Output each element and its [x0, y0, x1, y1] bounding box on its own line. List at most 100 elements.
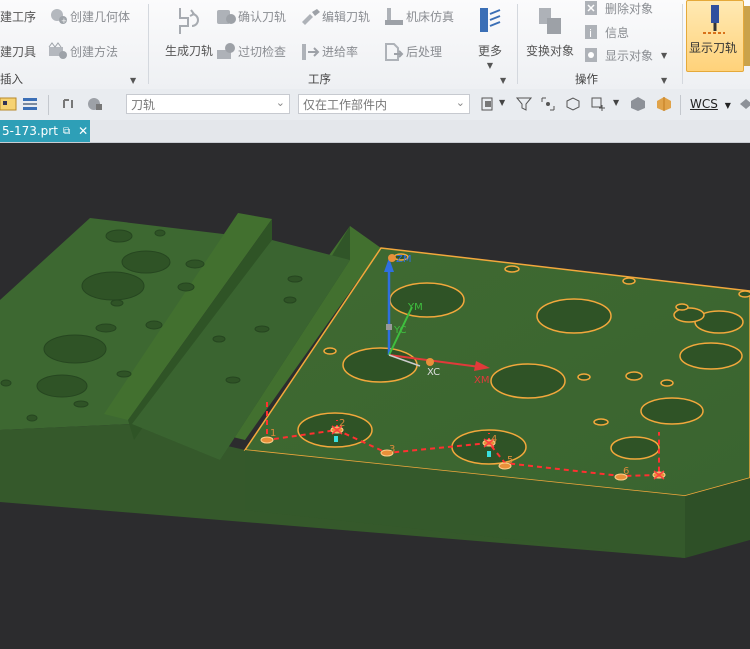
create-operation-button[interactable]: 建工序 — [0, 6, 36, 26]
actions-group: 变换对象 删除对象 i 信息 显示对象 ▼ 操作 ▼ — [519, 0, 681, 89]
chevron-down-icon: ⌄ — [275, 96, 285, 109]
display-object-button[interactable]: 显示对象 ▼ — [583, 45, 667, 65]
group-divider — [682, 4, 683, 84]
selection-mode-icon[interactable] — [0, 96, 17, 112]
transform-object-icon — [533, 4, 567, 38]
gouge-check-button[interactable]: 过切检查 — [216, 41, 286, 61]
info-button[interactable]: i 信息 — [583, 22, 629, 42]
feed-rate-button[interactable]: 进给率 — [300, 41, 358, 61]
transform-object-label: 变换对象 — [525, 44, 574, 58]
postprocess-label: 后处理 — [406, 44, 443, 59]
snap-box-icon[interactable] — [540, 96, 556, 112]
toolbar-divider — [48, 95, 49, 115]
type-filter-combo[interactable]: 刀轨 ⌄ — [126, 94, 290, 114]
select-faces-icon[interactable] — [565, 96, 581, 112]
display-object-icon — [583, 46, 601, 64]
insert-group-dropdown-icon[interactable]: ▼ — [130, 76, 136, 85]
machine-simulation-label: 机床仿真 — [406, 9, 455, 24]
postprocess-button[interactable]: 后处理 — [384, 41, 442, 61]
show-toolpath-button[interactable]: 显示刀轨 — [686, 0, 744, 72]
filter-funnel-icon[interactable] — [515, 96, 533, 112]
edit-toolpath-icon — [300, 7, 320, 25]
dropdown-arrow-icon: ▼ — [724, 101, 731, 110]
orient-view-icon[interactable] — [738, 96, 750, 112]
postprocess-icon — [384, 42, 404, 61]
close-tab-icon[interactable]: ✕ — [78, 124, 88, 138]
part-model: 1 2 3 4 5 6 ZM YM XM XC YC — [0, 213, 750, 558]
dropdown-arrow-icon[interactable]: ▼ — [499, 98, 505, 107]
ym-axis-label: YM — [407, 302, 423, 313]
toolbar-divider — [680, 95, 681, 115]
point-label-5: 5 — [507, 455, 513, 466]
delete-object-label: 删除对象 — [605, 1, 654, 16]
create-geometry-icon: + — [48, 7, 67, 25]
selection-toolbar: 刀轨 ⌄ 仅在工作部件内 ⌄ ▼ ▼ WCS ▼ — [0, 89, 750, 121]
operation-group-label: 工序 — [308, 72, 331, 86]
edit-toolpath-button[interactable]: 编辑刀轨 — [300, 6, 370, 26]
shaded-cube-icon[interactable] — [630, 96, 646, 112]
verify-toolpath-icon — [216, 7, 236, 25]
generate-toolpath-icon — [172, 4, 206, 38]
edit-toolpath-label: 编辑刀轨 — [322, 9, 371, 24]
machine-simulation-icon — [384, 7, 403, 25]
more-button[interactable]: 更多 ▼ — [474, 2, 506, 70]
generate-toolpath-label: 生成刀轨 — [164, 44, 213, 58]
chevron-down-icon: ⌄ — [455, 96, 465, 109]
feed-rate-label: 进给率 — [322, 44, 359, 59]
xm-axis-label: XM — [474, 375, 489, 386]
point-label-6: 6 — [623, 466, 629, 477]
create-tool-button[interactable]: 建刀具 — [0, 41, 36, 61]
document-tab-label: 5-173.prt — [2, 124, 58, 138]
document-tab[interactable]: 5-173.prt ⧉ ✕ — [0, 120, 90, 142]
point-label-4: 4 — [491, 434, 497, 445]
verify-toolpath-button[interactable]: 确认刀轨 — [216, 6, 286, 26]
dropdown-arrow-icon[interactable]: ▼ — [613, 98, 619, 107]
toolpath-type-icon[interactable] — [62, 96, 78, 112]
group-divider — [148, 4, 149, 84]
group-divider — [517, 4, 518, 84]
more-label: 更多 — [477, 44, 502, 58]
info-icon: i — [583, 23, 601, 41]
show-toolpath-label: 显示刀轨 — [689, 41, 738, 55]
display-object-label: 显示对象 — [605, 48, 654, 63]
create-method-button[interactable]: 创建方法 — [48, 41, 118, 61]
wcs-menu[interactable]: WCS ▼ — [690, 97, 731, 111]
point-label-3: 3 — [389, 444, 395, 455]
xc-axis-label: XC — [427, 367, 440, 378]
render-cube-icon[interactable] — [656, 96, 672, 112]
overflow-edge-icon — [744, 6, 750, 66]
generate-toolpath-button[interactable]: 生成刀轨 — [156, 2, 222, 59]
delete-object-button[interactable]: 删除对象 — [583, 0, 653, 18]
add-selection-icon[interactable] — [590, 96, 606, 112]
create-geometry-button[interactable]: + 创建几何体 — [48, 6, 130, 26]
operation-group-dropdown-icon[interactable]: ▼ — [500, 76, 506, 85]
show-toolpath-icon — [697, 3, 731, 37]
object-filter-icon[interactable] — [22, 96, 38, 112]
machine-simulation-button[interactable]: 机床仿真 — [384, 6, 454, 26]
insert-group-label: 插入 — [0, 72, 23, 86]
info-label: 信息 — [605, 25, 630, 40]
selection-scope-value: 仅在工作部件内 — [303, 97, 388, 112]
create-operation-label: 建工序 — [0, 9, 37, 24]
ribbon: 建工序 + 创建几何体 建刀具 创建方法 插入 ▼ 生成刀轨 确认刀轨 过切检查… — [0, 0, 750, 90]
actions-group-dropdown-icon[interactable]: ▼ — [661, 76, 667, 85]
yc-axis-label: YC — [393, 325, 407, 336]
selection-scope-combo[interactable]: 仅在工作部件内 ⌄ — [298, 94, 470, 114]
svg-text:+: + — [61, 17, 67, 25]
feed-rate-icon — [300, 42, 320, 60]
more-dropdown-icon: ▼ — [486, 61, 494, 70]
type-filter-value: 刀轨 — [131, 97, 156, 112]
document-tab-bar: 5-173.prt ⧉ ✕ — [0, 120, 750, 143]
create-method-icon — [48, 42, 67, 60]
operation-group: 生成刀轨 确认刀轨 过切检查 编辑刀轨 进给率 机床仿真 后处理 更多 ▼ 工序… — [150, 0, 516, 89]
gouge-check-label: 过切检查 — [238, 44, 287, 59]
svg-text:i: i — [589, 27, 592, 40]
create-method-label: 创建方法 — [70, 44, 119, 59]
transform-object-button[interactable]: 变换对象 — [525, 2, 575, 59]
point-label-1: 1 — [270, 428, 276, 439]
operation-type-icon[interactable] — [86, 96, 102, 112]
delete-object-icon — [583, 0, 601, 17]
general-selection-icon[interactable] — [480, 96, 496, 112]
graphics-viewport[interactable]: 1 2 3 4 5 6 ZM YM XM XC YC — [0, 143, 750, 649]
verify-toolpath-label: 确认刀轨 — [238, 9, 287, 24]
